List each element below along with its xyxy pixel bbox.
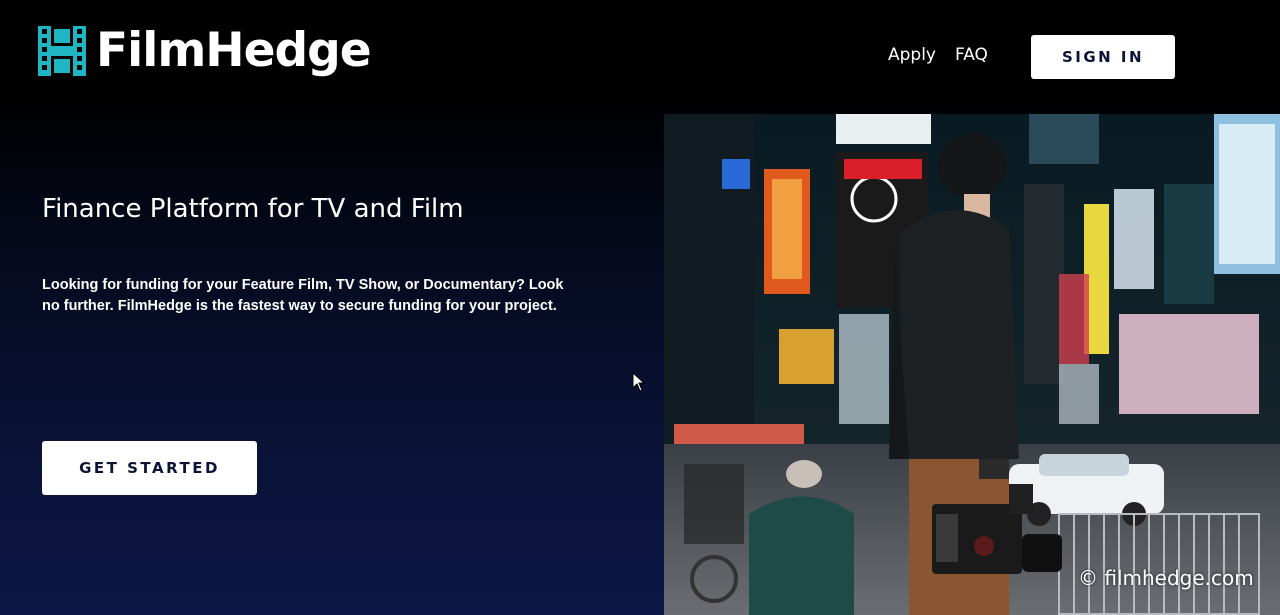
film-strip-h-icon — [38, 26, 86, 76]
hero-image — [664, 114, 1280, 615]
nav-apply-link[interactable]: Apply — [888, 45, 936, 65]
mouse-cursor-icon — [632, 372, 646, 392]
brand-logo[interactable]: FilmHedge — [38, 23, 372, 78]
sign-in-button[interactable]: SIGN IN — [1031, 35, 1175, 79]
copyright-watermark: © filmhedge.com — [1078, 566, 1254, 590]
hero-title: Finance Platform for TV and Film — [42, 194, 464, 224]
times-square-photo — [664, 114, 1280, 615]
top-navbar: FilmHedge Apply FAQ SIGN IN — [0, 0, 1280, 110]
hero-description: Looking for funding for your Feature Fil… — [42, 277, 564, 314]
brand-name: FilmHedge — [96, 23, 372, 78]
nav-faq-link[interactable]: FAQ — [955, 45, 988, 65]
get-started-button[interactable]: GET STARTED — [42, 441, 257, 495]
